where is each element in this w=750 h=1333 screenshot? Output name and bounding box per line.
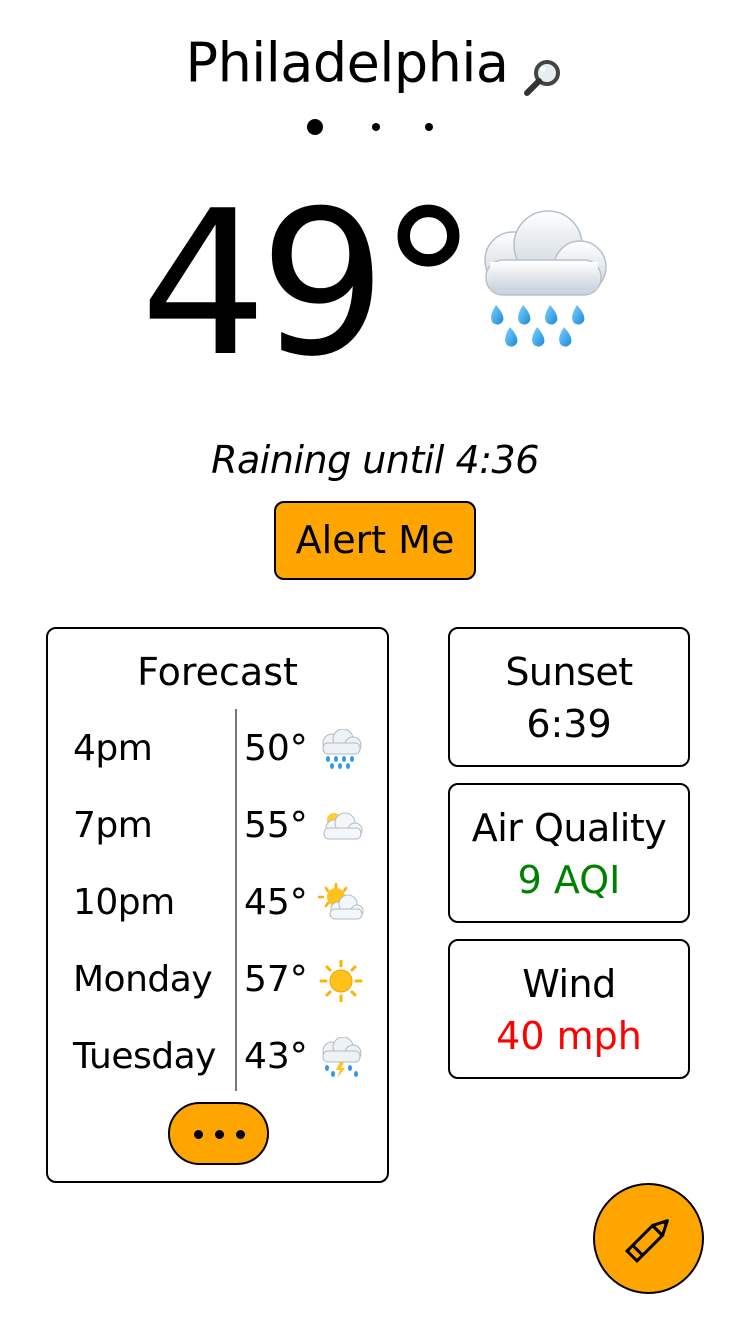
page-dot[interactable] [372, 123, 380, 131]
alert-me-button[interactable]: Alert Me [274, 501, 476, 580]
weather-screen: Philadelphia 49° Raining until 4:36 Aler… [0, 0, 750, 1333]
forecast-temp: 50° [244, 728, 308, 769]
forecast-temp: 43° [244, 1036, 308, 1077]
forecast-time: 10pm [73, 882, 175, 923]
forecast-time: 7pm [73, 805, 153, 846]
cloud-with-lightning-and-rain-icon [318, 1036, 364, 1079]
page-indicator[interactable] [0, 118, 750, 138]
forecast-row: Tuesday 43° [48, 1022, 387, 1092]
sun-behind-cloud-icon [317, 882, 364, 925]
forecast-title: Forecast [137, 650, 298, 694]
air-quality-value: 9 AQI [517, 858, 621, 902]
cloud-with-rain-icon [318, 728, 364, 771]
forecast-temp: 45° [244, 882, 308, 923]
sun-icon [318, 959, 364, 1003]
city-name: Philadelphia [185, 31, 509, 95]
forecast-row: 10pm 45° [48, 868, 387, 938]
cloud-icon [318, 806, 364, 848]
search-icon[interactable] [522, 44, 564, 97]
air-quality-card: Air Quality 9 AQI [448, 783, 690, 923]
wind-value: 40 mph [496, 1014, 642, 1058]
forecast-row: 7pm 55° [48, 791, 387, 861]
city-header: Philadelphia [0, 24, 750, 99]
page-dot-active[interactable] [307, 119, 323, 135]
forecast-card: Forecast 4pm 50° 7pm 55° 10pm 45° Monday… [46, 627, 389, 1183]
forecast-temp: 55° [244, 805, 308, 846]
forecast-time: Monday [73, 959, 213, 1000]
wind-card: Wind 40 mph [448, 939, 690, 1079]
more-forecast-button[interactable] [168, 1102, 269, 1165]
edit-button[interactable] [593, 1183, 704, 1294]
current-temperature: 49° [140, 168, 478, 401]
forecast-row: Monday 57° [48, 945, 387, 1015]
cloud-with-rain-icon [468, 205, 613, 355]
forecast-time: Tuesday [73, 1036, 216, 1077]
air-quality-label: Air Quality [471, 806, 667, 850]
sunset-label: Sunset [505, 650, 633, 694]
forecast-temp: 57° [244, 959, 308, 1000]
forecast-time: 4pm [73, 728, 153, 769]
sunset-value: 6:39 [526, 702, 612, 746]
sunset-card: Sunset 6:39 [448, 627, 690, 767]
page-dot[interactable] [425, 123, 433, 131]
wind-label: Wind [522, 962, 616, 1006]
condition-text: Raining until 4:36 [211, 438, 539, 482]
forecast-row: 4pm 50° [48, 714, 387, 784]
pencil-icon [624, 1219, 669, 1264]
